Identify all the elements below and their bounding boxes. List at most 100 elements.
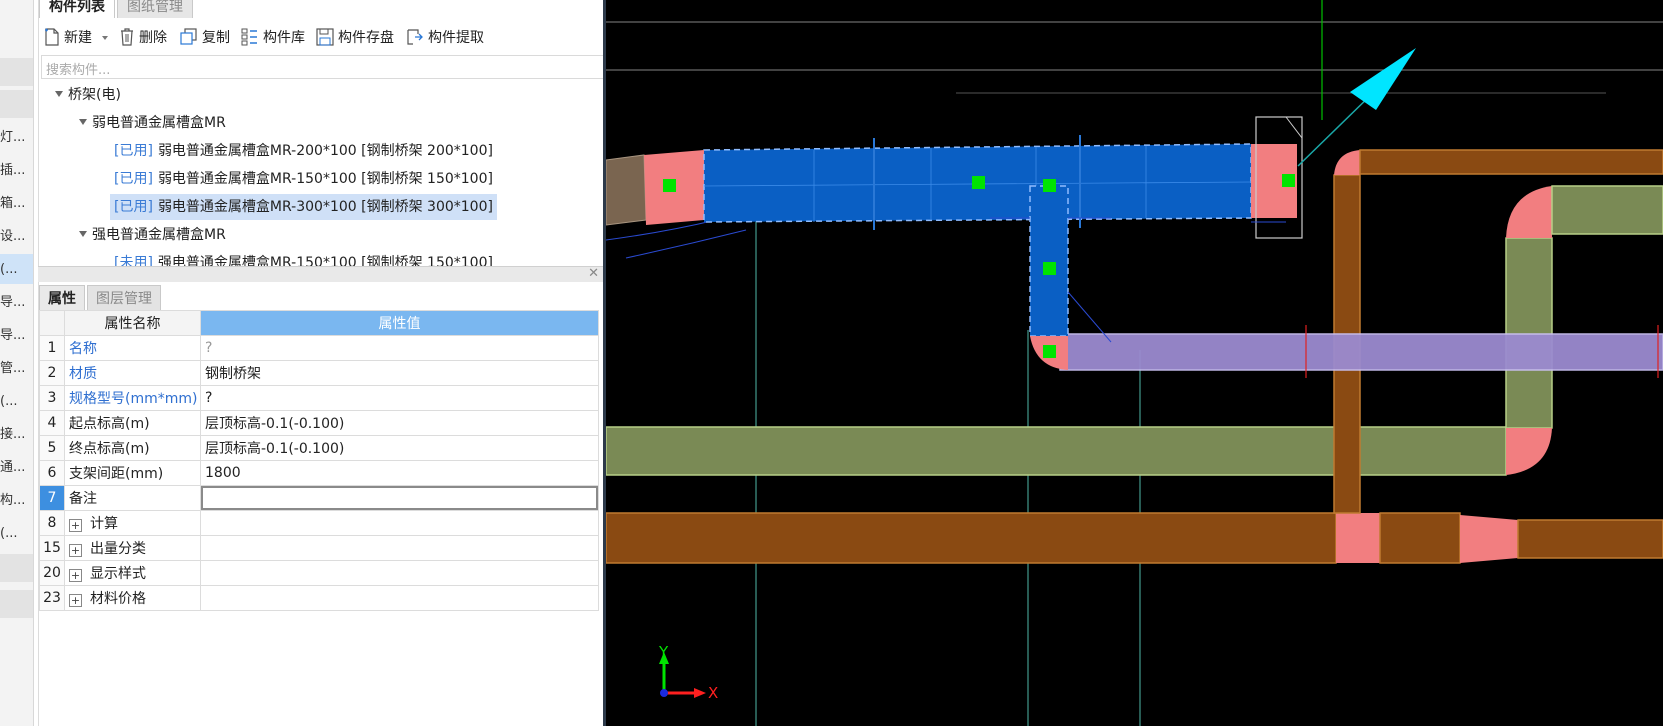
tab-component-list[interactable]: 构件列表 — [39, 0, 115, 18]
save-disk-icon — [316, 28, 334, 46]
component-tree: 桥架(电) 弱电普通金属槽盒MR [已用] 弱电普通金属槽盒MR-200*100 … — [39, 82, 639, 280]
expand-plus-icon[interactable]: + — [69, 569, 82, 582]
property-group-row[interactable]: 20 + 显示样式 — [39, 560, 599, 586]
tree-group-weak[interactable]: 弱电普通金属槽盒MR — [79, 110, 226, 136]
tree-root[interactable]: 桥架(电) — [55, 82, 121, 108]
property-group-row[interactable]: 15 + 出量分类 — [39, 535, 599, 561]
left-strip-item[interactable]: 导... — [0, 320, 33, 352]
property-row-selected[interactable]: 7 备注 — [39, 485, 599, 511]
property-row[interactable]: 1 名称 ? — [39, 335, 599, 361]
left-strip-item[interactable]: (... — [0, 254, 33, 286]
tree-item[interactable]: [已用] 弱电普通金属槽盒MR-200*100 [钢制桥架 200*100] — [114, 138, 493, 164]
component-save-button[interactable]: 构件存盘 — [316, 26, 394, 50]
left-strip-item[interactable]: 管... — [0, 353, 33, 385]
expand-caret-icon[interactable] — [79, 231, 87, 237]
expand-caret-icon[interactable] — [79, 119, 87, 125]
property-row[interactable]: 2 材质 钢制桥架 — [39, 360, 599, 386]
left-strip-shade — [0, 590, 33, 618]
property-row[interactable]: 6 支架间距(mm) 1800 — [39, 460, 599, 486]
property-value[interactable]: 钢制桥架 — [200, 360, 599, 386]
property-row[interactable]: 5 终点标高(m) 层顶标高-0.1(-0.100) — [39, 435, 599, 461]
tab-drawing-management[interactable]: 图纸管理 — [117, 0, 193, 18]
extract-icon — [407, 29, 423, 45]
left-strip-item[interactable]: 设... — [0, 221, 33, 253]
tray-elbow — [1506, 186, 1552, 238]
used-tag: [已用] — [114, 171, 153, 187]
tree-group-label: 弱电普通金属槽盒MR — [92, 115, 226, 131]
component-library-button[interactable]: 构件库 — [241, 26, 305, 50]
expand-plus-icon[interactable]: + — [69, 594, 82, 607]
expand-caret-icon[interactable] — [55, 91, 63, 97]
new-label: 新建 — [64, 30, 92, 46]
tree-group-label: 强电普通金属槽盒MR — [92, 227, 226, 243]
ucs-x-arrow — [694, 688, 706, 698]
property-row[interactable]: 3 规格型号(mm*mm) ? — [39, 385, 599, 411]
tray-elbow — [1334, 150, 1360, 175]
grip-point — [1043, 179, 1056, 192]
property-group-name: + 出量分类 — [64, 535, 201, 561]
property-name: 起点标高(m) — [64, 410, 201, 436]
row-number: 23 — [39, 585, 65, 611]
tray-fitting — [1336, 513, 1380, 563]
property-group-row[interactable]: 23 + 材料价格 — [39, 585, 599, 611]
left-strip-item[interactable]: 通... — [0, 452, 33, 484]
delete-button[interactable]: 删除 — [119, 26, 167, 50]
brown-tray — [1379, 512, 1461, 564]
tree-item[interactable]: [已用] 弱电普通金属槽盒MR-150*100 [钢制桥架 150*100] — [114, 166, 493, 192]
purple-tray — [1059, 333, 1663, 371]
search-input[interactable]: 搜索构件... — [46, 59, 110, 78]
library-label: 构件库 — [263, 30, 305, 46]
property-name: 材质 — [64, 360, 201, 386]
property-value[interactable]: 层顶标高-0.1(-0.100) — [200, 410, 599, 436]
row-number: 4 — [39, 410, 65, 436]
left-strip-item[interactable]: 灯... — [0, 122, 33, 154]
property-value[interactable]: ? — [200, 385, 599, 411]
property-header-row: 属性名称 属性值 — [39, 310, 599, 336]
left-strip-item[interactable]: 箱... — [0, 188, 33, 220]
row-number: 8 — [39, 510, 65, 536]
property-value[interactable]: 层顶标高-0.1(-0.100) — [200, 435, 599, 461]
property-value[interactable]: ? — [200, 335, 599, 361]
property-group-row[interactable]: 8 + 计算 — [39, 510, 599, 536]
property-group-name: + 显示样式 — [64, 560, 201, 586]
left-strip-item[interactable]: 插... — [0, 155, 33, 187]
property-row[interactable]: 4 起点标高(m) 层顶标高-0.1(-0.100) — [39, 410, 599, 436]
group-label: 出量分类 — [90, 541, 146, 557]
left-strip-item[interactable]: 导... — [0, 287, 33, 319]
tree-item-selected[interactable]: [已用] 弱电普通金属槽盒MR-300*100 [钢制桥架 300*100] — [110, 194, 497, 220]
tab-layer-management[interactable]: 图层管理 — [87, 285, 161, 311]
new-dropdown-icon[interactable] — [102, 36, 109, 40]
property-group-name: + 材料价格 — [64, 585, 201, 611]
left-strip-item[interactable]: (... — [0, 386, 33, 418]
left-strip-item[interactable]: 接... — [0, 419, 33, 451]
row-number: 1 — [39, 335, 65, 361]
ucs-y-label: Y — [658, 643, 669, 661]
cad-viewport[interactable]: Y X — [606, 0, 1663, 726]
left-strip-item[interactable]: (... — [0, 518, 33, 550]
remark-input[interactable] — [200, 485, 599, 511]
expand-plus-icon[interactable]: + — [69, 519, 82, 532]
close-icon[interactable]: ✕ — [588, 266, 599, 281]
tab-properties[interactable]: 属性 — [39, 285, 85, 311]
left-nav-strip: 灯... 插... 箱... 设... (... 导... 导... 管... … — [0, 0, 34, 726]
copy-button[interactable]: 复制 — [180, 26, 230, 50]
panel-splitter[interactable]: ✕ — [38, 266, 603, 282]
new-button[interactable]: 新建 — [44, 26, 109, 50]
expand-plus-icon[interactable]: + — [69, 544, 82, 557]
left-strip-item[interactable]: 构... — [0, 485, 33, 517]
property-value — [200, 560, 599, 586]
row-number: 5 — [39, 435, 65, 461]
tree-group-strong[interactable]: 强电普通金属槽盒MR — [79, 222, 226, 248]
group-label: 显示样式 — [90, 566, 146, 582]
copy-icon — [180, 28, 197, 45]
component-extract-button[interactable]: 构件提取 — [406, 26, 484, 50]
extract-label: 构件提取 — [428, 30, 484, 46]
property-value[interactable]: 1800 — [200, 460, 599, 486]
property-name: 规格型号(mm*mm) — [64, 385, 201, 411]
used-tag: [已用] — [114, 199, 153, 215]
brown-tray — [1359, 149, 1663, 175]
component-search-box[interactable]: 搜索构件... — [41, 55, 637, 79]
cad-canvas[interactable]: Y X — [606, 0, 1663, 726]
tree-item-label: 弱电普通金属槽盒MR-300*100 [钢制桥架 300*100] — [157, 199, 493, 215]
property-name: 备注 — [64, 485, 201, 511]
